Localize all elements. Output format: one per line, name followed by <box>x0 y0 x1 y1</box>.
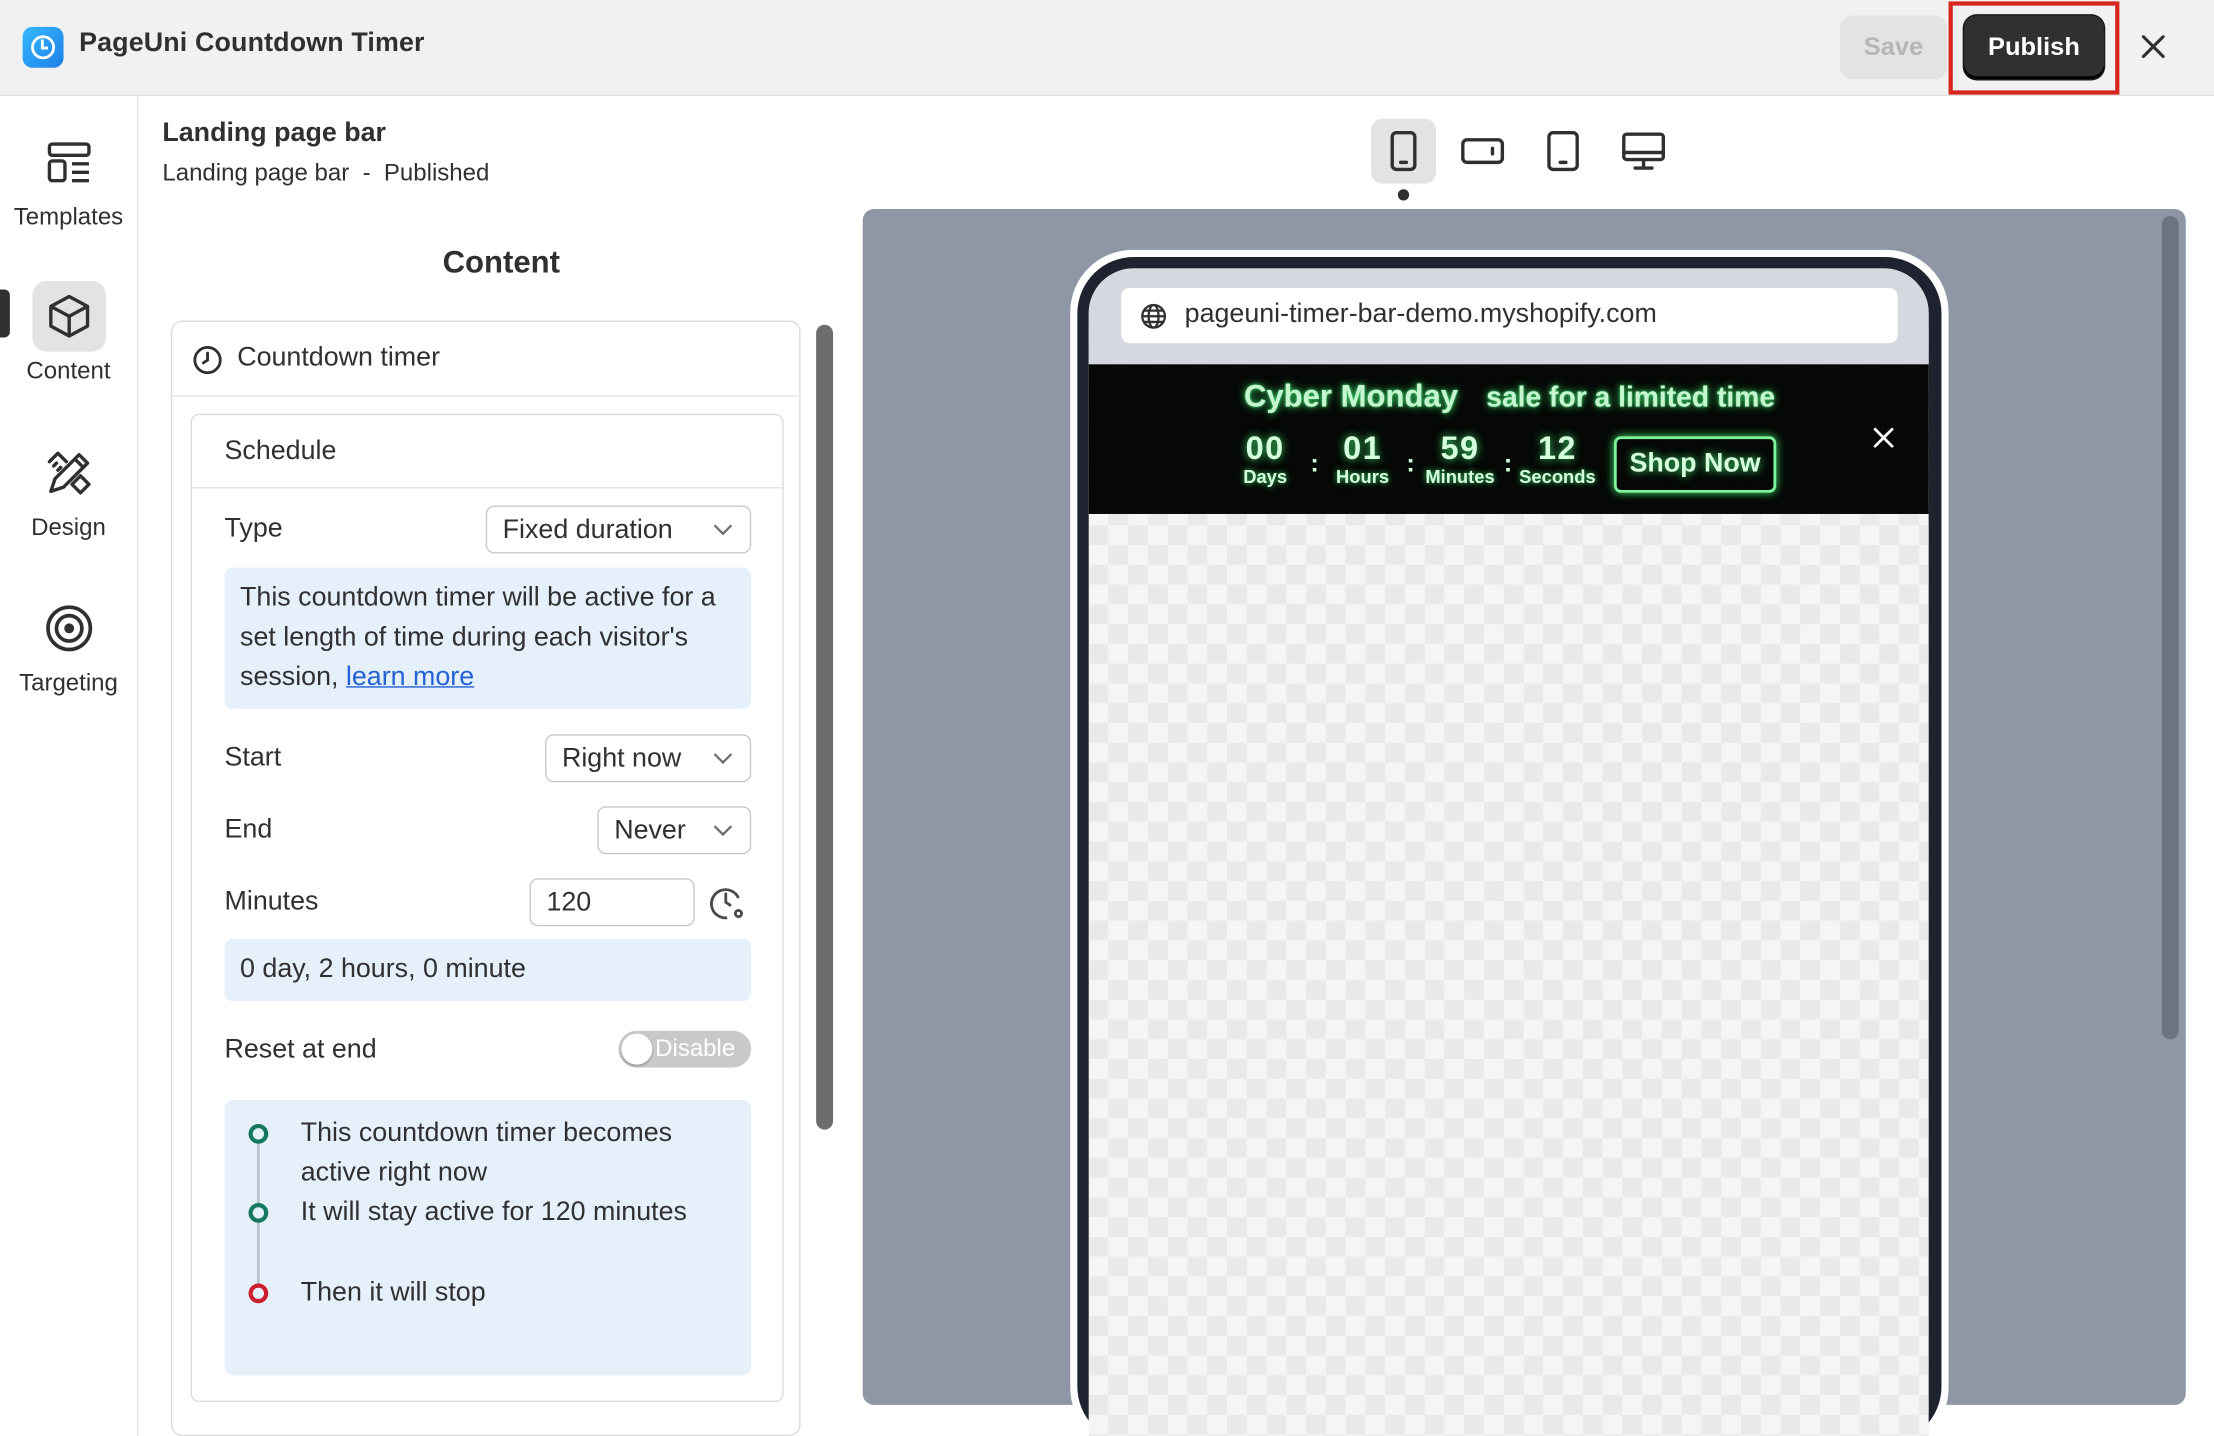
end-select-value: Never <box>614 816 686 846</box>
schedule-timeline: This countdown timer becomes active righ… <box>224 1099 752 1376</box>
rail-label-content: Content <box>26 357 111 385</box>
timeline-dot-start <box>248 1123 269 1144</box>
rail-item-design[interactable]: Design <box>0 438 137 542</box>
schedule-title: Schedule <box>224 436 337 466</box>
page-title: Landing page bar <box>162 118 386 149</box>
mobile-icon <box>1390 131 1417 172</box>
device-tablet-button[interactable] <box>1531 119 1596 184</box>
schedule-section: Schedule Type Fixed duration This countd… <box>190 413 784 1403</box>
cube-icon <box>31 280 106 352</box>
rail-label-targeting: Targeting <box>19 669 118 697</box>
timer-seconds-value: 12 <box>1537 429 1577 466</box>
timer-seconds-label: Seconds <box>1519 465 1596 488</box>
end-select[interactable]: Never <box>597 806 752 855</box>
minutes-label: Minutes <box>224 886 319 917</box>
countdown-timer-card: Countdown timer Schedule Type Fixed dura… <box>170 320 801 1436</box>
left-rail: Templates Content Design Targeting <box>0 96 139 1436</box>
preview-scrollbar[interactable] <box>2161 216 2179 1040</box>
end-label: End <box>224 814 273 845</box>
phone-screen: pageuni-timer-bar-demo.myshopify.com Cyb… <box>1088 268 1929 1436</box>
save-button[interactable]: Save <box>1839 15 1948 80</box>
reset-at-end-toggle[interactable]: Disable <box>618 1030 752 1068</box>
device-landscape-button[interactable] <box>1450 119 1515 184</box>
clock-settings-icon[interactable] <box>709 884 749 924</box>
mobile-landscape-icon <box>1461 138 1505 165</box>
type-select-value: Fixed duration <box>502 515 673 546</box>
timer-separator: : <box>1503 449 1513 478</box>
chevron-down-icon <box>713 825 733 837</box>
timer-days-value: 00 <box>1245 429 1285 466</box>
rail-label-design: Design <box>31 513 106 541</box>
timer-days: 00 Days <box>1240 429 1291 487</box>
rail-label-templates: Templates <box>13 203 124 231</box>
minutes-input-value: 120 <box>546 888 592 918</box>
timeline-step: This countdown timer becomes active righ… <box>300 1118 673 1188</box>
learn-more-link[interactable]: learn more <box>346 662 474 692</box>
type-label: Type <box>224 513 283 544</box>
chevron-down-icon <box>713 524 733 536</box>
type-select[interactable]: Fixed duration <box>485 505 752 554</box>
app-logo-icon <box>22 26 64 68</box>
close-icon[interactable] <box>2135 28 2172 65</box>
app-title: PageUni Countdown Timer <box>79 28 425 58</box>
bar-headline-rest: sale for a limited time <box>1486 382 1776 414</box>
content-panel-title: Content <box>442 244 560 280</box>
countdown-timer-title: Countdown timer <box>237 343 441 373</box>
type-info-box: This countdown timer will be active for … <box>224 567 752 709</box>
timeline-dot-active <box>248 1203 269 1223</box>
device-desktop-button[interactable] <box>1611 119 1676 184</box>
reset-at-end-label: Reset at end <box>224 1034 377 1065</box>
shop-now-button[interactable]: Shop Now <box>1613 436 1777 493</box>
globe-icon <box>1141 303 1167 329</box>
rail-item-targeting[interactable]: Targeting <box>0 593 137 697</box>
browser-address-area: pageuni-timer-bar-demo.myshopify.com <box>1088 268 1929 365</box>
rail-item-templates[interactable]: Templates <box>0 127 137 231</box>
timer-hours: 01 Hours <box>1334 429 1390 487</box>
timeline-dot-stop <box>248 1283 269 1304</box>
timer-hours-value: 01 <box>1343 429 1383 466</box>
target-icon <box>32 593 105 664</box>
start-select-value: Right now <box>561 744 682 774</box>
minutes-input[interactable]: 120 <box>529 878 695 927</box>
device-selected-indicator <box>1397 189 1410 201</box>
title-bar: PageUni Countdown Timer Save Publish <box>0 0 2214 97</box>
timer-days-label: Days <box>1243 465 1288 488</box>
device-mobile-button[interactable] <box>1371 118 1436 184</box>
type-info-text: This countdown timer will be active for … <box>240 583 716 692</box>
timer-hours-label: Hours <box>1336 465 1390 488</box>
start-select[interactable]: Right now <box>545 734 752 783</box>
page-status: Landing page bar - Published <box>162 159 490 187</box>
schedule-header[interactable]: Schedule <box>192 415 783 489</box>
timer-seconds: 12 Seconds <box>1516 429 1598 487</box>
timeline-step: It will stay active for 120 minutes <box>300 1197 687 1228</box>
chevron-down-icon <box>713 753 733 765</box>
rail-active-indicator <box>0 289 10 338</box>
timeline-step: Then it will stop <box>300 1277 486 1308</box>
timer-separator: : <box>1310 449 1319 478</box>
close-bar-icon[interactable] <box>1869 424 1897 452</box>
content-panel-scrollbar[interactable] <box>816 324 834 1130</box>
clock-icon <box>193 345 222 375</box>
rail-item-content[interactable]: Content <box>0 280 137 385</box>
address-bar: pageuni-timer-bar-demo.myshopify.com <box>1121 288 1898 344</box>
timer-minutes-label: Minutes <box>1425 465 1495 488</box>
timer-minutes-value: 59 <box>1440 429 1480 466</box>
bar-headline: Cyber Monday sale for a limited time <box>1244 378 1775 415</box>
templates-icon <box>32 127 105 198</box>
address-url: pageuni-timer-bar-demo.myshopify.com <box>1184 299 1657 329</box>
countdown-bar: Cyber Monday sale for a limited time 00 D… <box>1088 364 1929 514</box>
start-label: Start <box>224 742 282 773</box>
countdown-timer-header[interactable]: Countdown timer <box>172 322 800 397</box>
duration-summary: 0 day, 2 hours, 0 minute <box>224 938 752 1002</box>
toggle-knob <box>621 1033 653 1065</box>
publish-button[interactable]: Publish <box>1964 15 2104 80</box>
toggle-state-label: Disable <box>655 1034 736 1062</box>
bar-headline-bold: Cyber Monday <box>1243 378 1459 414</box>
tablet-icon <box>1547 131 1579 172</box>
desktop-icon <box>1622 132 1666 170</box>
timer-separator: : <box>1406 449 1415 478</box>
duration-summary-text: 0 day, 2 hours, 0 minute <box>240 954 526 985</box>
design-tools-icon <box>32 438 105 509</box>
timer-minutes: 59 Minutes <box>1422 429 1498 487</box>
